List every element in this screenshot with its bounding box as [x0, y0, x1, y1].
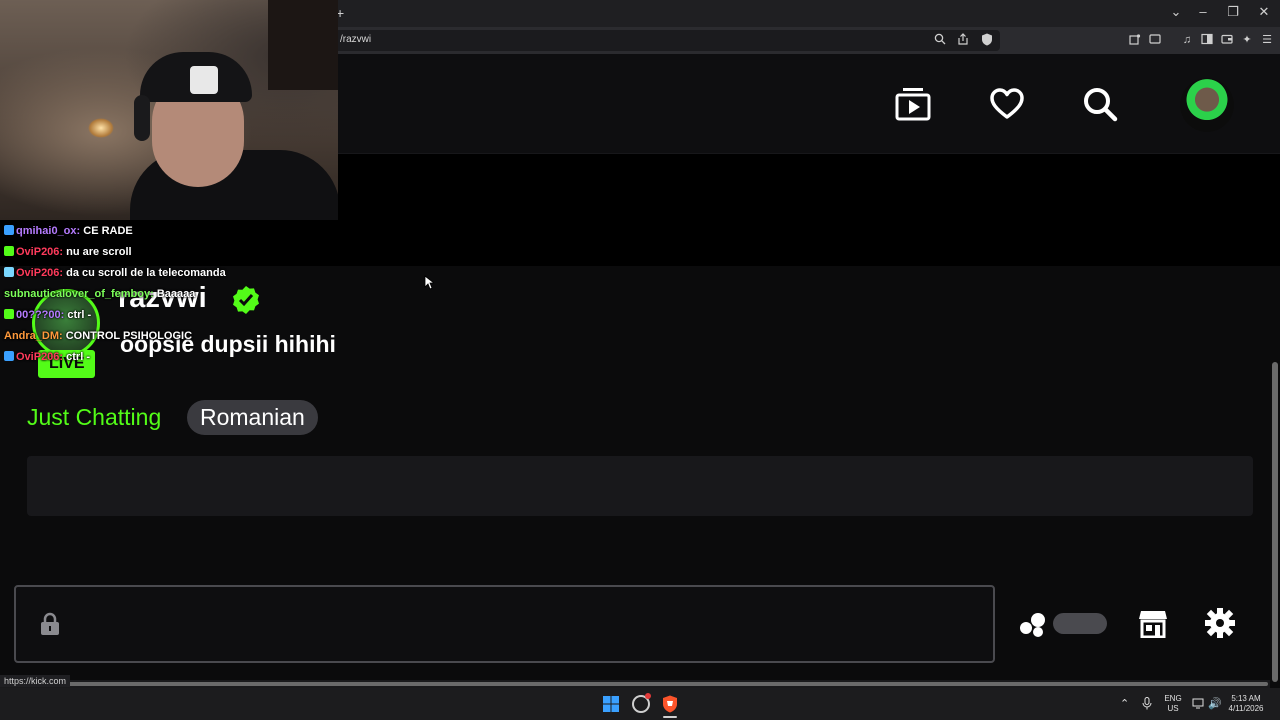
site-header — [338, 54, 1280, 154]
emote-icon[interactable] — [1018, 610, 1050, 643]
lamp — [88, 118, 114, 138]
verified-badge-icon — [231, 285, 261, 320]
mouse-cursor-icon — [424, 275, 436, 295]
extensions-icon[interactable] — [1128, 33, 1142, 47]
address-bar[interactable] — [320, 30, 1000, 51]
language-tag[interactable]: Romanian — [187, 400, 318, 435]
recording-indicator — [645, 693, 651, 699]
channel-avatar[interactable] — [32, 289, 100, 357]
leo-ai-icon[interactable]: ✦ — [1240, 33, 1254, 47]
live-badge: LIVE — [38, 350, 95, 378]
sidebar-icon[interactable] — [1200, 33, 1214, 47]
close-button[interactable]: ✕ — [1252, 4, 1276, 20]
zoom-icon[interactable] — [933, 33, 947, 47]
minimize-button[interactable]: – — [1191, 4, 1215, 19]
chat-input[interactable] — [14, 585, 995, 663]
media-icon[interactable]: ♫ — [1180, 33, 1194, 47]
language-indicator[interactable]: ENG US — [1160, 694, 1186, 714]
following-icon[interactable] — [895, 86, 931, 127]
stream-title: oopsie dupsii hihihi — [120, 331, 336, 357]
windows-start-icon[interactable] — [603, 696, 619, 712]
volume-icon[interactable]: 🔊 — [1208, 697, 1222, 710]
clock-time: 5:13 AM — [1231, 694, 1261, 703]
status-url: https://kick.com — [0, 675, 71, 687]
store-icon[interactable] — [1139, 608, 1167, 643]
language-code: ENG — [1164, 694, 1182, 703]
scrollbar-thumb[interactable] — [1272, 362, 1278, 682]
lock-icon — [40, 612, 60, 641]
channel-name[interactable]: razvwi — [118, 282, 207, 315]
wallet-2-icon[interactable] — [1220, 33, 1234, 47]
category-link[interactable]: Just Chatting — [27, 404, 161, 431]
region-code: US — [1167, 704, 1179, 713]
active-app-indicator — [663, 716, 677, 718]
brave-shield-icon[interactable] — [980, 33, 994, 47]
headphones — [134, 95, 150, 141]
search-icon[interactable] — [1082, 86, 1118, 127]
wallet-icon[interactable] — [1148, 33, 1162, 47]
cap-logo — [190, 66, 218, 94]
menu-icon[interactable]: ☰ — [1260, 33, 1274, 47]
horizontal-scrollbar-thumb[interactable] — [30, 682, 1268, 686]
microphone-icon[interactable] — [1142, 697, 1152, 713]
about-panel — [27, 456, 1253, 516]
clock[interactable]: 5:13 AM 4/11/2026 — [1222, 694, 1270, 714]
tray-chevron-icon[interactable]: ⌃ — [1120, 697, 1129, 710]
settings-icon[interactable] — [1205, 608, 1235, 643]
restore-button[interactable]: ❐ — [1221, 4, 1245, 20]
wall-frame — [268, 0, 338, 90]
network-icon[interactable] — [1192, 697, 1204, 712]
chat-toggle[interactable] — [1053, 613, 1107, 634]
address-bar-url: /razvwi — [340, 34, 372, 45]
share-icon[interactable] — [956, 33, 970, 47]
tab-list-chevron-icon[interactable]: ⌄ — [1164, 4, 1188, 20]
user-avatar[interactable] — [1180, 78, 1234, 132]
heart-icon[interactable] — [990, 88, 1024, 125]
clock-date: 4/11/2026 — [1228, 704, 1264, 713]
brave-browser-icon[interactable] — [662, 695, 678, 713]
webcam-overlay — [0, 0, 338, 220]
